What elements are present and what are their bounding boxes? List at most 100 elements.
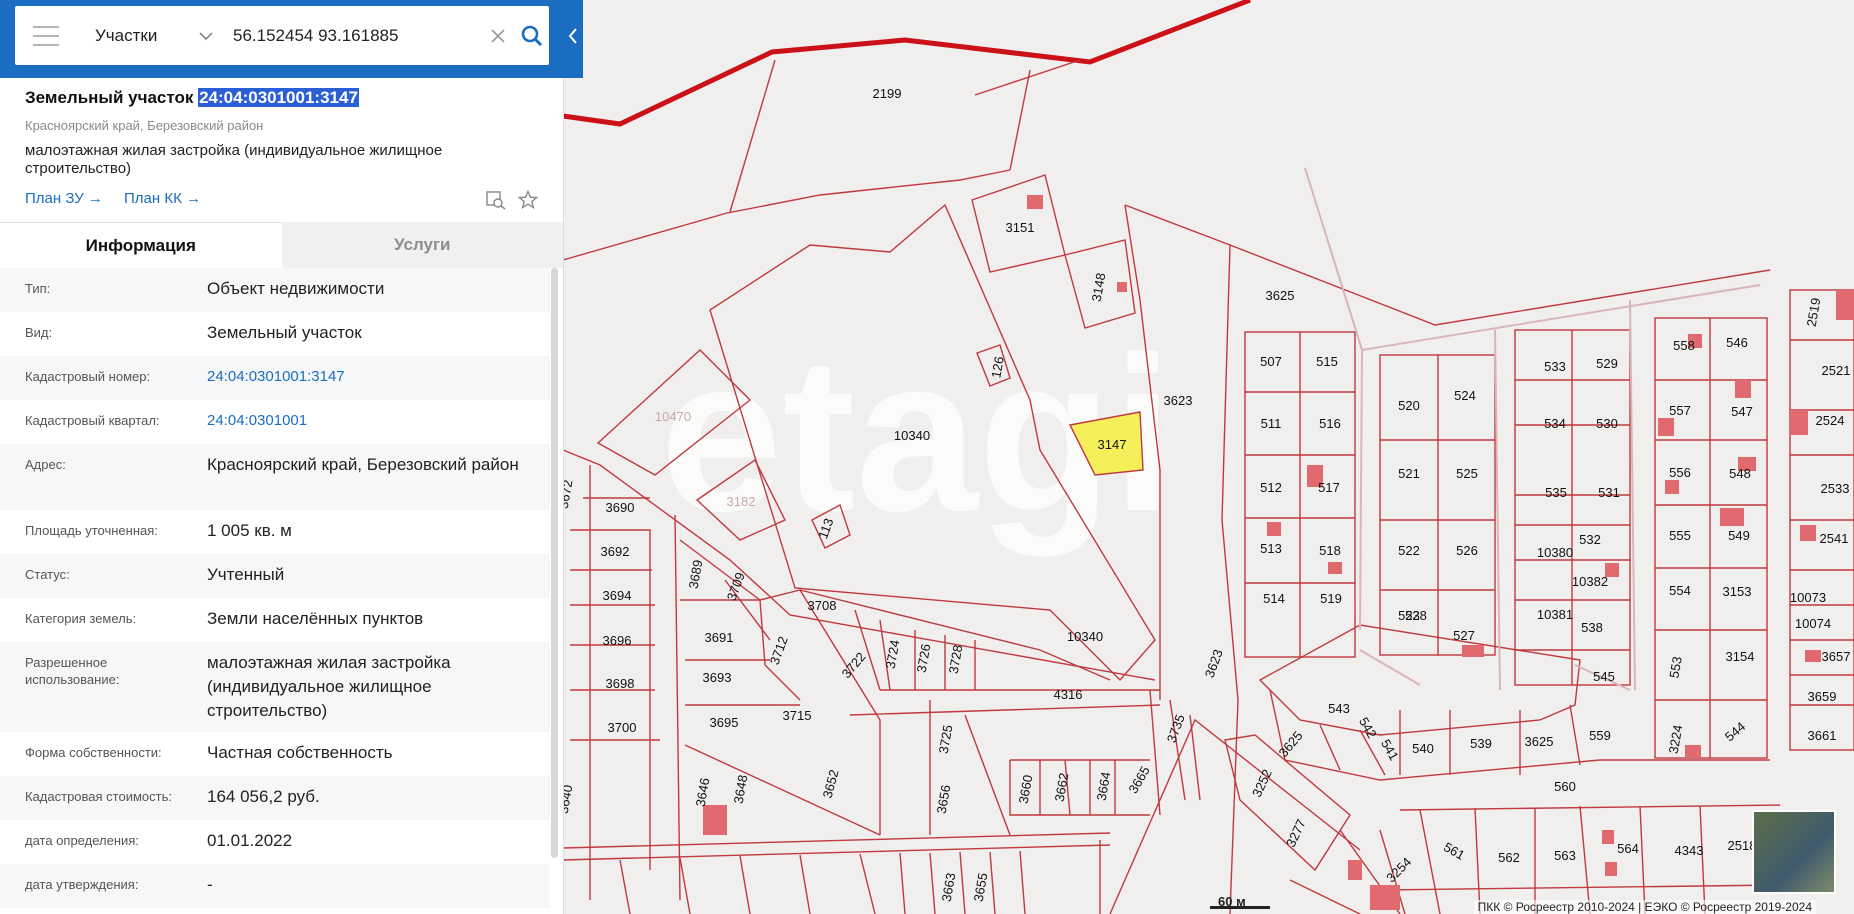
search-icon[interactable] bbox=[517, 21, 547, 51]
parcel-label[interactable]: 545 bbox=[1593, 669, 1615, 684]
menu-icon[interactable] bbox=[33, 25, 59, 46]
parcel-label[interactable]: 3690 bbox=[606, 500, 635, 515]
parcel-label[interactable]: 10073 bbox=[1790, 590, 1826, 605]
parcel-label[interactable]: 3182 bbox=[727, 494, 756, 509]
parcel-label[interactable]: 525 bbox=[1456, 466, 1478, 481]
parcel-label[interactable]: 563 bbox=[1554, 848, 1576, 863]
parcel-label[interactable]: 3715 bbox=[783, 708, 812, 723]
parcel-label[interactable]: 507 bbox=[1260, 354, 1282, 369]
parcel-label[interactable]: 3700 bbox=[608, 720, 637, 735]
parcel-label[interactable]: 3623 bbox=[1164, 393, 1193, 408]
parcel-label[interactable]: 546 bbox=[1726, 335, 1748, 350]
cadastral-quarter-link[interactable]: 24:04:0301001 bbox=[182, 400, 550, 444]
parcel-label[interactable]: 530 bbox=[1596, 416, 1618, 431]
parcel-label[interactable]: 560 bbox=[1554, 779, 1576, 794]
parcel-label[interactable]: 557 bbox=[1669, 403, 1691, 418]
parcel-label[interactable]: 511 bbox=[1261, 416, 1282, 431]
parcel-label[interactable]: 3625 bbox=[1266, 288, 1295, 303]
plan-kk-link[interactable]: План КК → bbox=[124, 190, 201, 207]
parcel-label[interactable]: 528 bbox=[1405, 608, 1427, 623]
parcel-label[interactable]: 3696 bbox=[603, 633, 632, 648]
category-select[interactable]: Участки bbox=[95, 26, 175, 46]
parcel-label[interactable]: 517 bbox=[1318, 480, 1340, 495]
parcel-label[interactable]: 3698 bbox=[606, 676, 635, 691]
parcel-label[interactable]: 515 bbox=[1316, 354, 1338, 369]
parcel-label[interactable]: 3694 bbox=[603, 588, 632, 603]
cadastral-number-link[interactable]: 24:04:0301001:3147 bbox=[182, 356, 550, 400]
parcel-label[interactable]: 532 bbox=[1579, 532, 1601, 547]
parcel-label[interactable]: 562 bbox=[1498, 850, 1520, 865]
parcel-label[interactable]: 535 bbox=[1545, 485, 1567, 500]
parcel-label[interactable]: 564 bbox=[1617, 841, 1639, 856]
parcel-label[interactable]: 548 bbox=[1729, 466, 1751, 481]
parcel-label[interactable]: 547 bbox=[1731, 404, 1753, 419]
parcel-label[interactable]: 529 bbox=[1596, 356, 1618, 371]
parcel-label[interactable]: 520 bbox=[1398, 398, 1420, 413]
parcel-label[interactable]: 513 bbox=[1260, 541, 1282, 556]
parcel-label[interactable]: 10382 bbox=[1572, 574, 1608, 589]
parcel-label[interactable]: 3657 bbox=[1822, 649, 1851, 664]
parcel-label[interactable]: 3693 bbox=[703, 670, 732, 685]
parcel-label[interactable]: 518 bbox=[1319, 543, 1341, 558]
parcel-label[interactable]: 2524 bbox=[1816, 413, 1845, 428]
tab-information[interactable]: Информация bbox=[0, 222, 282, 268]
parcel-label[interactable]: 2521 bbox=[1822, 363, 1851, 378]
parcel-label[interactable]: 556 bbox=[1669, 465, 1691, 480]
parcel-label[interactable]: 555 bbox=[1669, 528, 1691, 543]
parcel-label[interactable]: 531 bbox=[1598, 485, 1620, 500]
parcel-label[interactable]: 10340 bbox=[894, 428, 930, 443]
parcel-label[interactable]: 3661 bbox=[1808, 728, 1837, 743]
parcel-label[interactable]: 538 bbox=[1581, 620, 1603, 635]
parcel-label[interactable]: 3659 bbox=[1808, 689, 1837, 704]
parcel-label[interactable]: 549 bbox=[1728, 528, 1750, 543]
clear-icon[interactable] bbox=[487, 25, 509, 47]
parcel-label[interactable]: 3154 bbox=[1726, 649, 1755, 664]
parcel-label[interactable]: 521 bbox=[1398, 466, 1420, 481]
parcel-label[interactable]: 3153 bbox=[1723, 584, 1752, 599]
search-box: Участки bbox=[15, 6, 549, 65]
parcel-label[interactable]: 3691 bbox=[705, 630, 734, 645]
parcel-label[interactable]: 526 bbox=[1456, 543, 1478, 558]
parcel-label[interactable]: 527 bbox=[1453, 628, 1475, 643]
parcel-label[interactable]: 10380 bbox=[1537, 545, 1573, 560]
parcel-label[interactable]: 10381 bbox=[1537, 607, 1573, 622]
parcel-label[interactable]: 519 bbox=[1320, 591, 1342, 606]
parcel-label[interactable]: 514 bbox=[1263, 591, 1285, 606]
chevron-down-icon[interactable] bbox=[195, 25, 217, 47]
parcel-label[interactable]: 2199 bbox=[873, 86, 902, 101]
parcel-label[interactable]: 522 bbox=[1398, 543, 1420, 558]
parcel-label[interactable]: 539 bbox=[1470, 736, 1492, 751]
parcel-label[interactable]: 3692 bbox=[601, 544, 630, 559]
tab-services[interactable]: Услуги bbox=[281, 222, 563, 268]
parcel-label[interactable]: 559 bbox=[1589, 728, 1611, 743]
plan-zu-link[interactable]: План ЗУ → bbox=[25, 190, 103, 207]
parcel-label[interactable]: 4316 bbox=[1054, 687, 1083, 702]
collapse-panel-button[interactable] bbox=[562, 16, 583, 56]
parcel-label[interactable]: 554 bbox=[1669, 583, 1691, 598]
parcel-label[interactable]: 4343 bbox=[1675, 843, 1704, 858]
parcel-label[interactable]: 3151 bbox=[1006, 220, 1035, 235]
parcel-label[interactable]: 3625 bbox=[1525, 734, 1554, 749]
parcel-label[interactable]: 10074 bbox=[1795, 616, 1831, 631]
parcel-label[interactable]: 10340 bbox=[1067, 629, 1103, 644]
parcel-label[interactable]: 533 bbox=[1544, 359, 1566, 374]
zoom-to-object-icon[interactable] bbox=[484, 188, 508, 212]
parcel-label[interactable]: 516 bbox=[1319, 416, 1341, 431]
star-icon[interactable] bbox=[516, 188, 540, 212]
parcel-label[interactable]: 2541 bbox=[1820, 531, 1849, 546]
search-input[interactable] bbox=[231, 24, 475, 47]
panel-scrollbar[interactable] bbox=[551, 268, 558, 858]
parcel-label[interactable]: 10470 bbox=[655, 409, 691, 424]
parcel-label[interactable]: 534 bbox=[1544, 416, 1566, 431]
parcel-label[interactable]: 2533 bbox=[1821, 481, 1850, 496]
parcel-label[interactable]: 512 bbox=[1260, 480, 1282, 495]
satellite-layer-thumbnail[interactable] bbox=[1752, 810, 1836, 894]
parcel-label[interactable]: 543 bbox=[1328, 701, 1350, 716]
parcel-label[interactable]: 3708 bbox=[808, 598, 837, 613]
parcel-title-number[interactable]: 24:04:0301001:3147 bbox=[198, 88, 359, 107]
parcel-label[interactable]: 540 bbox=[1412, 741, 1434, 756]
parcel-label[interactable]: 558 bbox=[1673, 338, 1695, 353]
parcel-label[interactable]: 3695 bbox=[710, 715, 739, 730]
parcel-label[interactable]: 524 bbox=[1454, 388, 1476, 403]
parcel-label-selected[interactable]: 3147 bbox=[1098, 437, 1127, 452]
